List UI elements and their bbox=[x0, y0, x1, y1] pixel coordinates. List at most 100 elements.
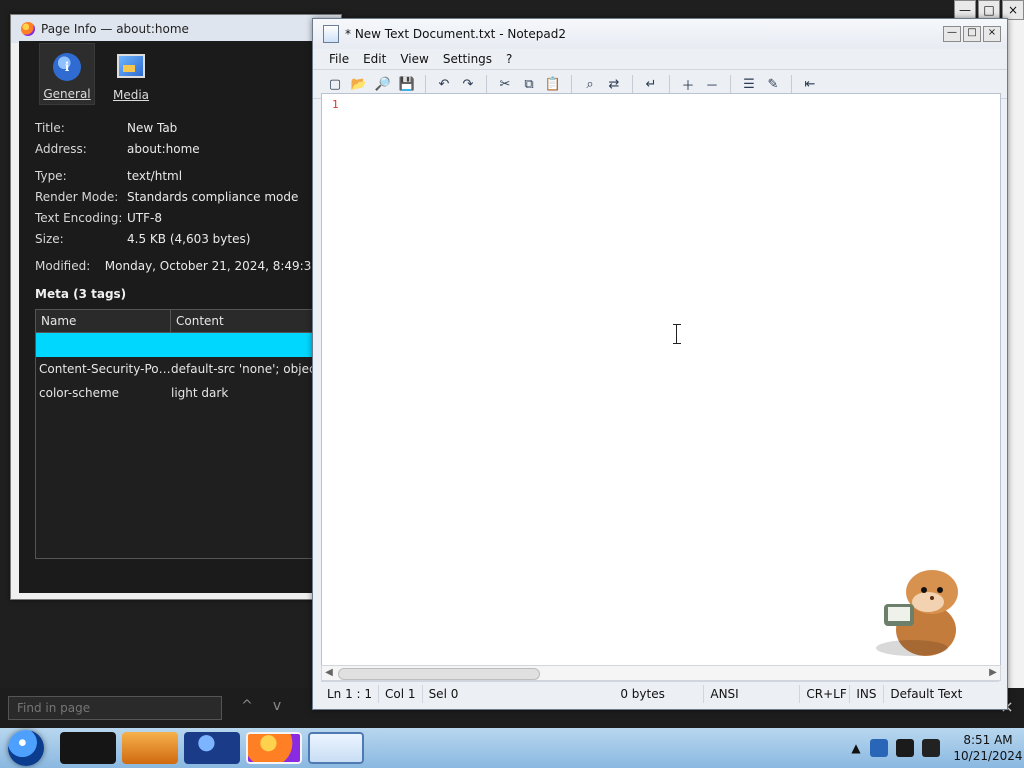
field-key: Size: bbox=[35, 231, 64, 246]
copy-icon[interactable]: ⧉ bbox=[519, 74, 539, 94]
zoom-in-icon[interactable]: ＋ bbox=[678, 74, 698, 94]
tab-media[interactable]: Media bbox=[103, 43, 159, 105]
line-number: 1 bbox=[332, 98, 339, 111]
taskbar-clock[interactable]: 8:51 AM 10/21/2024 bbox=[952, 732, 1024, 764]
menu-file[interactable]: File bbox=[329, 52, 349, 66]
field-value: text/html bbox=[127, 168, 183, 183]
status-scheme[interactable]: Default Text bbox=[884, 685, 968, 703]
maximize-icon[interactable]: □ bbox=[978, 0, 1000, 20]
mouse-cursor-ibeam bbox=[673, 324, 681, 344]
field-value: New Tab bbox=[127, 120, 178, 135]
system-tray: ▲ 8:51 AM 10/21/2024 bbox=[842, 728, 1024, 768]
info-icon: i bbox=[53, 53, 81, 81]
meta-content-cell: light dark bbox=[171, 386, 229, 400]
field-row: Title: New Tab bbox=[35, 117, 331, 138]
scroll-thumb[interactable] bbox=[338, 668, 540, 680]
menu-edit[interactable]: Edit bbox=[363, 52, 386, 66]
save-icon[interactable]: 💾 bbox=[397, 74, 417, 94]
new-file-icon[interactable]: ▢ bbox=[325, 74, 345, 94]
status-encoding[interactable]: ANSI bbox=[704, 685, 801, 703]
field-row: Render Mode: Standards compliance mode bbox=[35, 186, 331, 207]
field-value: about:home bbox=[127, 141, 200, 156]
taskbar-app-2[interactable] bbox=[122, 732, 178, 764]
meta-header-content[interactable]: Content bbox=[171, 310, 334, 332]
tray-app-icon[interactable] bbox=[870, 739, 888, 757]
taskbar-notepad2[interactable] bbox=[308, 732, 364, 764]
start-button[interactable] bbox=[8, 730, 44, 766]
meta-name-cell: Content-Security-Polic... bbox=[39, 362, 171, 376]
field-value: 4.5 KB (4,603 bytes) bbox=[127, 231, 251, 246]
status-line-col: Ln 1 : 1 bbox=[321, 685, 380, 703]
customize-icon[interactable]: ✎ bbox=[763, 74, 783, 94]
meta-selected-row[interactable] bbox=[36, 333, 334, 357]
minimize-icon[interactable]: — bbox=[943, 26, 961, 42]
paste-icon[interactable]: 📋 bbox=[543, 74, 563, 94]
field-row: Size: 4.5 KB (4,603 bytes) bbox=[35, 228, 331, 249]
find-in-page-input[interactable] bbox=[8, 696, 222, 720]
redo-icon[interactable]: ↷ bbox=[458, 74, 478, 94]
toolbar-separator bbox=[632, 75, 633, 93]
field-row: Text Encoding: UTF-8 bbox=[35, 207, 331, 228]
scroll-right-icon[interactable]: ▶ bbox=[986, 666, 1000, 680]
notepad2-title: * New Text Document.txt - Notepad2 bbox=[345, 27, 566, 41]
tab-media-label: Media bbox=[112, 88, 150, 102]
horizontal-scrollbar[interactable]: ◀ ▶ bbox=[321, 665, 1001, 681]
meta-table[interactable]: Name Content Content-Security-Polic... d… bbox=[35, 309, 335, 559]
toolbar-separator bbox=[571, 75, 572, 93]
toolbar-separator bbox=[791, 75, 792, 93]
restore-icon[interactable]: □ bbox=[963, 26, 981, 42]
undo-icon[interactable]: ↶ bbox=[434, 74, 454, 94]
find-next-button[interactable]: v bbox=[266, 698, 288, 718]
toolbar-separator bbox=[669, 75, 670, 93]
zoom-out-icon[interactable]: － bbox=[702, 74, 722, 94]
tab-general-label: General bbox=[43, 87, 91, 101]
taskbar: ▲ 8:51 AM 10/21/2024 bbox=[0, 728, 1024, 768]
page-info-window: Page Info — about:home i General Media T… bbox=[10, 14, 342, 600]
word-wrap-icon[interactable]: ↵ bbox=[641, 74, 661, 94]
find-previous-button[interactable]: ^ bbox=[236, 698, 258, 718]
status-insert-mode[interactable]: INS bbox=[850, 685, 885, 703]
background-window-controls: — □ × bbox=[954, 0, 1024, 20]
field-value: Standards compliance mode bbox=[127, 189, 299, 204]
table-row[interactable]: Content-Security-Polic... default-src 'n… bbox=[36, 357, 334, 381]
close-icon[interactable]: × bbox=[983, 26, 1001, 42]
field-value: Monday, October 21, 2024, 8:49:33 A bbox=[104, 258, 331, 273]
field-key: Type: bbox=[35, 168, 67, 183]
taskbar-app-1[interactable] bbox=[60, 732, 116, 764]
field-key: Address: bbox=[35, 141, 87, 156]
tray-network-icon[interactable] bbox=[922, 739, 940, 757]
field-key: Modified: bbox=[35, 258, 91, 273]
menu-help[interactable]: ? bbox=[506, 52, 512, 66]
notepad2-window-controls: — □ × bbox=[943, 26, 1001, 42]
find-icon[interactable]: ⌕ bbox=[580, 74, 600, 94]
status-selection: Sel 0 bbox=[428, 687, 459, 701]
toolbar-separator bbox=[425, 75, 426, 93]
replace-icon[interactable]: ⇄ bbox=[604, 74, 624, 94]
table-row[interactable]: color-scheme light dark bbox=[36, 381, 334, 405]
field-value: UTF-8 bbox=[127, 210, 162, 225]
page-info-titlebar: Page Info — about:home bbox=[11, 15, 341, 43]
close-icon[interactable]: × bbox=[1002, 0, 1024, 20]
status-eol[interactable]: CR+LF bbox=[800, 685, 851, 703]
browse-icon[interactable]: 🔎 bbox=[373, 74, 393, 94]
cut-icon[interactable]: ✂ bbox=[495, 74, 515, 94]
notepad2-titlebar: * New Text Document.txt - Notepad2 — □ × bbox=[313, 19, 1007, 49]
taskbar-app-3[interactable] bbox=[184, 732, 240, 764]
clock-date: 10/21/2024 bbox=[953, 749, 1023, 763]
meta-header-name[interactable]: Name bbox=[36, 310, 171, 332]
minimize-icon[interactable]: — bbox=[954, 0, 976, 20]
scroll-left-icon[interactable]: ◀ bbox=[322, 666, 336, 680]
exit-icon[interactable]: ⇤ bbox=[800, 74, 820, 94]
taskbar-firefox[interactable] bbox=[246, 732, 302, 764]
scheme-icon[interactable]: ☰ bbox=[739, 74, 759, 94]
tray-overflow-icon[interactable]: ▲ bbox=[850, 741, 862, 755]
status-bar: Ln 1 : 1 Col 1 Sel 0 0 bytes ANSI CR+LF … bbox=[321, 681, 999, 706]
meta-name-cell: color-scheme bbox=[39, 386, 120, 400]
field-row: Address: about:home bbox=[35, 138, 331, 159]
menu-view[interactable]: View bbox=[400, 52, 428, 66]
tray-monitor-icon[interactable] bbox=[896, 739, 914, 757]
tab-general[interactable]: i General bbox=[39, 43, 95, 105]
firefox-icon bbox=[21, 22, 35, 36]
menu-settings[interactable]: Settings bbox=[443, 52, 492, 66]
open-folder-icon[interactable]: 📂 bbox=[349, 74, 369, 94]
